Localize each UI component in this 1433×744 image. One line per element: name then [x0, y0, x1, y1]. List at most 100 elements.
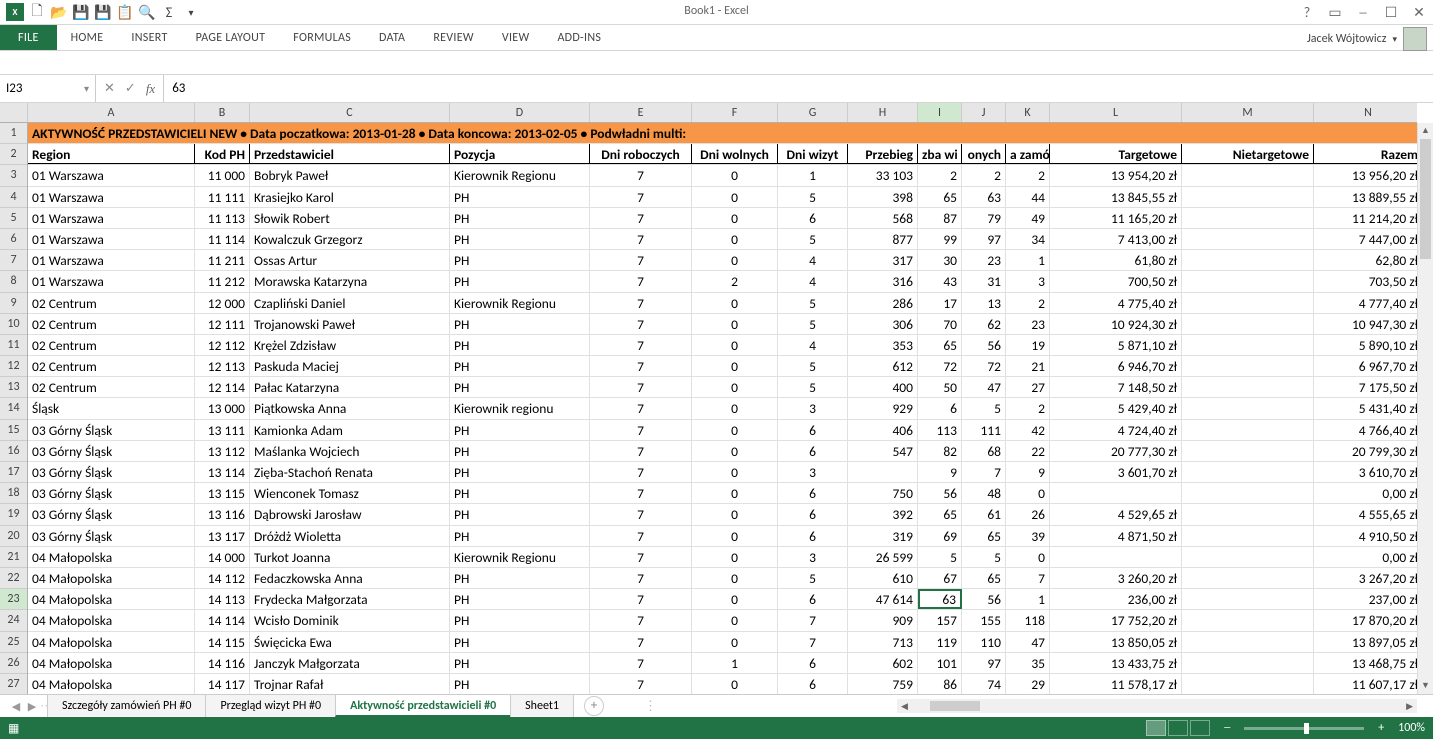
cell[interactable]: PH [450, 420, 590, 440]
tab-file[interactable]: FILE [0, 25, 57, 50]
cell[interactable]: 4 766,40 zł [1314, 420, 1417, 440]
cell[interactable]: 12 113 [195, 356, 250, 376]
autosum-icon[interactable]: Σ [158, 1, 180, 23]
cell[interactable]: 319 [848, 526, 918, 546]
cell[interactable]: 13 845,55 zł [1050, 187, 1182, 207]
cell[interactable]: 713 [848, 632, 918, 652]
cell[interactable] [1182, 293, 1314, 313]
cell[interactable]: 750 [848, 483, 918, 503]
tab-insert[interactable]: INSERT [117, 25, 181, 50]
cell[interactable]: 65 [962, 526, 1006, 546]
cell[interactable]: 7 [962, 462, 1006, 482]
cell[interactable]: 17 870,20 zł [1314, 610, 1417, 630]
cell[interactable]: 7 [590, 356, 692, 376]
cell[interactable]: 7 [590, 589, 692, 609]
open-icon[interactable]: 📂 [48, 1, 70, 23]
cell[interactable]: 11 114 [195, 229, 250, 249]
cell[interactable]: 101 [918, 653, 962, 673]
cell[interactable]: 6 946,70 zł [1050, 356, 1182, 376]
cell[interactable]: 03 Górny Śląsk [28, 420, 195, 440]
scroll-right-icon[interactable]: ▶ [1402, 701, 1417, 712]
cell[interactable]: 39 [1006, 526, 1050, 546]
cell[interactable]: 4 871,50 zł [1050, 526, 1182, 546]
cell[interactable] [1182, 441, 1314, 461]
sheet-tab[interactable]: Aktywność przedstawicieli #0 [335, 695, 511, 717]
cell[interactable]: 7 [590, 314, 692, 334]
cell[interactable]: 13 468,75 zł [1314, 653, 1417, 673]
cell[interactable]: 406 [848, 420, 918, 440]
cell[interactable]: 72 [918, 356, 962, 376]
cell[interactable]: 10 947,30 zł [1314, 314, 1417, 334]
cell[interactable]: 12 114 [195, 377, 250, 397]
cell[interactable]: Trojanowski Paweł [250, 314, 450, 334]
cell[interactable]: 67 [918, 568, 962, 588]
cell[interactable]: 03 Górny Śląsk [28, 504, 195, 524]
select-all-corner[interactable] [0, 103, 28, 123]
cell[interactable]: PH [450, 653, 590, 673]
cell[interactable] [848, 462, 918, 482]
cell[interactable]: PH [450, 229, 590, 249]
cell[interactable]: 21 [1006, 356, 1050, 376]
cell[interactable]: Morawska Katarzyna [250, 271, 450, 291]
cell[interactable]: 04 Małopolska [28, 547, 195, 567]
cell[interactable]: 6 [778, 208, 848, 228]
cell[interactable] [1050, 547, 1182, 567]
row-header-27[interactable]: 27 [0, 674, 27, 695]
cell[interactable]: 118 [1006, 610, 1050, 630]
cell[interactable]: 4 [778, 271, 848, 291]
cell[interactable]: 6 [778, 674, 848, 694]
cell[interactable]: 111 [962, 420, 1006, 440]
vertical-scrollbar[interactable]: ▲ ▼ [1417, 123, 1433, 694]
fx-icon[interactable]: fx [146, 81, 155, 97]
row-header-26[interactable]: 26 [0, 653, 27, 674]
col-header-N[interactable]: N [1314, 103, 1417, 122]
cell[interactable]: 157 [918, 610, 962, 630]
cell[interactable]: 4 777,40 zł [1314, 293, 1417, 313]
cell[interactable]: 5 [962, 547, 1006, 567]
cell[interactable]: 3 [1006, 271, 1050, 291]
zoom-slider[interactable] [1244, 727, 1364, 730]
row-header-12[interactable]: 12 [0, 356, 27, 377]
cell[interactable]: 61 [962, 504, 1006, 524]
cell[interactable]: 01 Warszawa [28, 271, 195, 291]
row-header-19[interactable]: 19 [0, 504, 27, 525]
scroll-left-icon[interactable]: ◀ [897, 701, 912, 712]
cell[interactable]: 20 777,30 zł [1050, 441, 1182, 461]
cell[interactable]: 68 [962, 441, 1006, 461]
col-header-K[interactable]: K [1006, 103, 1050, 122]
page-break-view-button[interactable] [1190, 720, 1210, 736]
maximize-icon[interactable]: ☐ [1381, 2, 1401, 22]
cell[interactable]: 7 [590, 674, 692, 694]
cell[interactable]: 13 116 [195, 504, 250, 524]
cell[interactable]: 1 [1006, 250, 1050, 270]
sheet-nav-prev-icon[interactable]: ◀ [8, 700, 24, 713]
cell[interactable]: 44 [1006, 187, 1050, 207]
cell[interactable] [1182, 504, 1314, 524]
cell[interactable]: PH [450, 335, 590, 355]
cell[interactable]: Dróżdż Wioletta [250, 526, 450, 546]
cell[interactable]: 11 000 [195, 165, 250, 185]
horizontal-scrollbar[interactable]: ◀ ▶ [897, 699, 1417, 713]
cell[interactable]: 97 [962, 229, 1006, 249]
cell[interactable]: 13 433,75 zł [1050, 653, 1182, 673]
cell[interactable]: 01 Warszawa [28, 250, 195, 270]
cell[interactable]: 34 [1006, 229, 1050, 249]
sheet-tab[interactable]: Przegląd wizyt PH #0 [205, 695, 336, 717]
cell[interactable]: 0 [1006, 547, 1050, 567]
cell[interactable]: 7 [590, 632, 692, 652]
cell[interactable]: 11 211 [195, 250, 250, 270]
cell[interactable]: 22 [1006, 441, 1050, 461]
cell[interactable]: 5 [778, 229, 848, 249]
header-cell[interactable]: onych [962, 144, 1006, 164]
preview-icon[interactable]: 🔍 [136, 1, 158, 23]
cell[interactable]: 11 111 [195, 187, 250, 207]
cell[interactable]: 0 [692, 229, 778, 249]
cell[interactable]: 316 [848, 271, 918, 291]
row-header-20[interactable]: 20 [0, 526, 27, 547]
cell[interactable]: 155 [962, 610, 1006, 630]
cell[interactable]: PH [450, 441, 590, 461]
enter-icon[interactable]: ✓ [125, 81, 136, 96]
cell[interactable]: 5 [778, 356, 848, 376]
row-header-18[interactable]: 18 [0, 483, 27, 504]
cell[interactable]: 1 [778, 165, 848, 185]
